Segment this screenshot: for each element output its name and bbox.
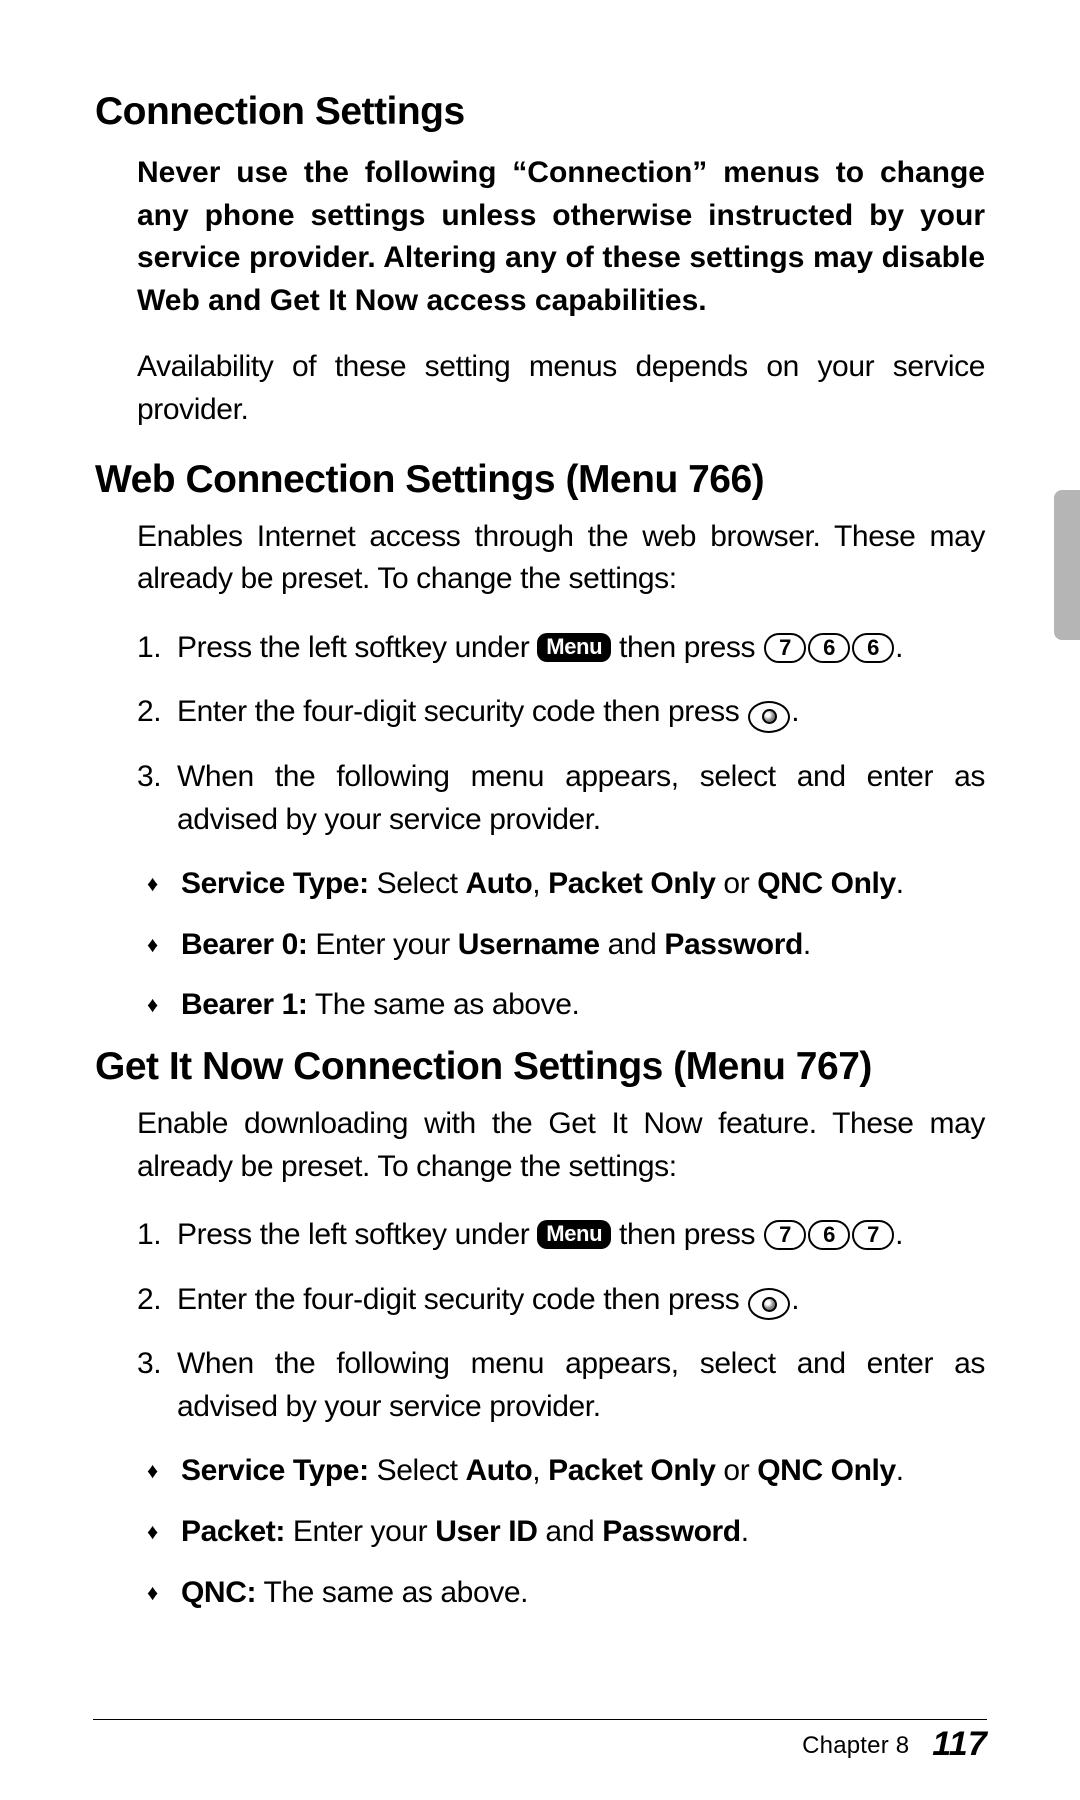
web-bullets: Service Type: Select Auto, Packet Only o… — [95, 863, 985, 1027]
page-number: 117 — [932, 1725, 987, 1763]
bullet-label: Service Type: — [181, 867, 369, 900]
key-7-icon: 7 — [764, 633, 806, 663]
step-number: 2. — [137, 1279, 161, 1322]
page-tab-mark — [1054, 490, 1080, 640]
period: . — [791, 1283, 799, 1316]
bullet-label: QNC: — [181, 1576, 256, 1609]
gin-step-1: 1. Press the left softkey under Menu the… — [137, 1214, 985, 1257]
period: . — [895, 631, 903, 664]
menu-key-icon: Menu — [537, 1220, 611, 1249]
chapter-label: Chapter 8 — [802, 1732, 909, 1759]
web-intro: Enables Internet access through the web … — [137, 516, 985, 601]
web-step-1: 1. Press the left softkey under Menu the… — [137, 627, 985, 670]
menu-key-icon: Menu — [537, 633, 611, 662]
period: . — [895, 1218, 903, 1251]
step-text: Enter the four-digit security code then … — [177, 1283, 747, 1316]
page-footer: Chapter 8 117 — [802, 1725, 987, 1764]
gin-bullets: Service Type: Select Auto, Packet Only o… — [95, 1450, 985, 1614]
step-number: 2. — [137, 691, 161, 734]
key-7-icon: 7 — [852, 1220, 894, 1250]
key-6-icon: 6 — [808, 633, 850, 663]
step-text: Press the left softkey under — [177, 631, 537, 664]
gin-step-2: 2. Enter the four-digit security code th… — [137, 1279, 985, 1322]
warning-text: Never use the following “Connection” men… — [137, 152, 985, 322]
bullet-service-type: Service Type: Select Auto, Packet Only o… — [147, 863, 985, 906]
key-7-icon: 7 — [764, 1220, 806, 1250]
ok-key-icon — [748, 1288, 790, 1320]
bullet-service-type: Service Type: Select Auto, Packet Only o… — [147, 1450, 985, 1493]
heading-get-it-now: Get It Now Connection Settings (Menu 767… — [95, 1045, 985, 1089]
step-number: 1. — [137, 627, 161, 670]
gin-steps: 1. Press the left softkey under Menu the… — [95, 1214, 985, 1428]
step-text: Enter the four-digit security code then … — [177, 695, 747, 728]
bullet-label: Bearer 1: — [181, 988, 307, 1021]
step-text: then press — [611, 631, 763, 664]
bullet-packet: Packet: Enter your User ID and Password. — [147, 1511, 985, 1554]
step-text: Press the left softkey under — [177, 1218, 537, 1251]
web-step-2: 2. Enter the four-digit security code th… — [137, 691, 985, 734]
step-text: When the following menu appears, select … — [177, 760, 985, 836]
availability-text: Availability of these setting menus depe… — [137, 346, 985, 431]
step-text: When the following menu appears, select … — [177, 1347, 985, 1423]
gin-step-3: 3. When the following menu appears, sele… — [137, 1343, 985, 1428]
web-step-3: 3. When the following menu appears, sele… — [137, 756, 985, 841]
key-6-icon: 6 — [852, 633, 894, 663]
bullet-label: Packet: — [181, 1515, 285, 1548]
heading-connection-settings: Connection Settings — [95, 90, 985, 134]
web-steps: 1. Press the left softkey under Menu the… — [95, 627, 985, 841]
period: . — [791, 695, 799, 728]
key-6-icon: 6 — [808, 1220, 850, 1250]
ok-key-icon — [748, 701, 790, 733]
footer-rule — [93, 1719, 987, 1720]
step-number: 3. — [137, 756, 161, 799]
bullet-qnc: QNC: The same as above. — [147, 1572, 985, 1615]
bullet-label: Bearer 0: — [181, 928, 307, 961]
heading-web-connection: Web Connection Settings (Menu 766) — [95, 458, 985, 502]
gin-intro: Enable downloading with the Get It Now f… — [137, 1103, 985, 1188]
step-number: 1. — [137, 1214, 161, 1257]
step-number: 3. — [137, 1343, 161, 1386]
bullet-bearer-0: Bearer 0: Enter your Username and Passwo… — [147, 924, 985, 967]
bullet-bearer-1: Bearer 1: The same as above. — [147, 984, 985, 1027]
bullet-label: Service Type: — [181, 1454, 369, 1487]
step-text: then press — [611, 1218, 763, 1251]
